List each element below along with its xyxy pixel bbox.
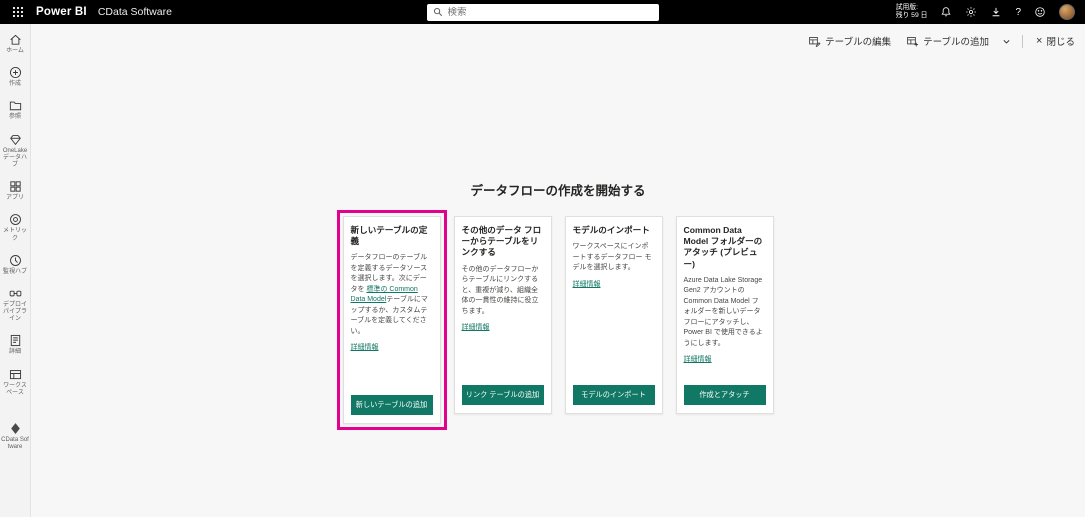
- learn-icon: [8, 333, 23, 348]
- app-title: Power BI: [36, 6, 87, 18]
- card-description: ワークスペースにインポートするデータフロー モデルを選択します。: [573, 242, 655, 274]
- details-link[interactable]: 詳細情報: [351, 342, 433, 352]
- sidebar-item-workspaces[interactable]: ワークスペース: [0, 367, 30, 397]
- bell-icon: [940, 6, 952, 18]
- help-button[interactable]: ?: [1015, 7, 1021, 18]
- account-avatar[interactable]: [1059, 4, 1075, 20]
- add-linked-tables-button[interactable]: リンク テーブルの追加: [462, 385, 544, 405]
- sidebar-item-label: OneLake データハブ: [0, 148, 30, 170]
- create-icon: [8, 65, 23, 80]
- metrics-icon: [8, 212, 23, 227]
- sidebar-item-label: アプリ: [5, 195, 25, 202]
- chevron-down-icon: [1002, 37, 1011, 46]
- card-title: 新しいテーブルの定義: [351, 225, 433, 247]
- card-description: データフローのテーブルを定義するデータソースを選択します。次にデータを 標準の …: [351, 253, 433, 337]
- sidebar-item-browse[interactable]: 参照: [0, 98, 30, 121]
- card-description: その他のデータフローからテーブルにリンクすると、重複が減り、組織全体の一貫性の維…: [462, 265, 544, 318]
- page-title: データフローの作成を開始する: [470, 180, 645, 199]
- workspace-breadcrumb: CData Software: [98, 6, 172, 18]
- details-link[interactable]: 詳細情報: [462, 322, 544, 332]
- trial-days-remaining: 残り 59 日: [896, 12, 928, 20]
- toolbar-divider: [1022, 35, 1023, 48]
- sidebar-item-label: 参照: [8, 114, 22, 121]
- sidebar-item-onelake-data-hub[interactable]: OneLake データハブ: [0, 132, 30, 170]
- smiley-icon: [1034, 6, 1046, 18]
- close-button[interactable]: × 閉じる: [1034, 32, 1077, 50]
- download-button[interactable]: [990, 6, 1002, 18]
- workspaces-icon: [8, 367, 23, 382]
- sidebar-item-deployment-pipelines[interactable]: デプロイ パイプライン: [0, 286, 30, 324]
- trial-label: 試用版:: [896, 4, 928, 12]
- card-import-model: モデルのインポート ワークスペースにインポートするデータフロー モデルを選択しま…: [565, 216, 663, 414]
- topbar-actions: 試用版: 残り 59 日: [896, 4, 1075, 21]
- dataflow-option-cards: 新しいテーブルの定義 データフローのテーブルを定義するデータソースを選択します。…: [343, 216, 774, 424]
- sidebar-item-label: 監視ハブ: [2, 269, 28, 276]
- home-icon: [8, 32, 23, 47]
- gear-icon: [965, 6, 977, 18]
- sidebar-item-label: デプロイ パイプライン: [0, 302, 30, 324]
- apps-icon: [8, 179, 23, 194]
- sidebar-item-monitoring-hub[interactable]: 監視ハブ: [0, 253, 30, 276]
- details-link[interactable]: 詳細情報: [684, 354, 766, 364]
- details-link[interactable]: 詳細情報: [573, 279, 655, 289]
- card-title: Common Data Model フォルダーのアタッチ (プレビュー): [684, 225, 766, 270]
- cdata-workspace-icon: [8, 421, 23, 436]
- add-table-icon: [906, 35, 919, 48]
- import-model-button[interactable]: モデルのインポート: [573, 385, 655, 405]
- sidebar-item-create[interactable]: 作成: [0, 65, 30, 88]
- edit-table-icon: [808, 35, 821, 48]
- sidebar-item-label: 作成: [8, 81, 22, 88]
- search-box[interactable]: [427, 4, 659, 21]
- edit-tables-button[interactable]: テーブルの編集: [806, 32, 893, 50]
- onelake-data-hub-icon: [8, 132, 23, 147]
- add-tables-label: テーブルの追加: [923, 34, 989, 48]
- sidebar-item-label: 詳細: [8, 349, 22, 356]
- app-launcher-button[interactable]: [10, 6, 26, 18]
- deployment-pipelines-icon: [8, 286, 23, 301]
- card-attach-cdm-folder: Common Data Model フォルダーのアタッチ (プレビュー) Azu…: [676, 216, 774, 414]
- sidebar-item-metrics[interactable]: メトリック: [0, 212, 30, 242]
- settings-button[interactable]: [965, 6, 977, 18]
- sidebar-item-label: CData Software: [0, 437, 30, 451]
- top-bar: Power BI CData Software 試用版: 残り 59 日: [0, 0, 1085, 24]
- sidebar-item-cdata-workspace[interactable]: CData Software: [0, 421, 30, 451]
- create-and-attach-button[interactable]: 作成とアタッチ: [684, 385, 766, 405]
- sidebar-item-learn[interactable]: 詳細: [0, 333, 30, 356]
- monitoring-hub-icon: [8, 253, 23, 268]
- card-title: モデルのインポート: [573, 225, 655, 236]
- card-define-new-tables: 新しいテーブルの定義 データフローのテーブルを定義するデータソースを選択します。…: [343, 216, 441, 424]
- close-label: 閉じる: [1046, 34, 1075, 48]
- search-input[interactable]: [448, 7, 653, 18]
- close-icon: ×: [1036, 36, 1042, 47]
- search-icon: [433, 7, 443, 17]
- card-description: Azure Data Lake Storage Gen2 アカウントの Comm…: [684, 276, 766, 350]
- waffle-icon: [12, 6, 24, 18]
- sidebar-item-apps[interactable]: アプリ: [0, 179, 30, 202]
- sidebar-item-label: ワークスペース: [0, 383, 30, 397]
- sidebar-item-label: メトリック: [0, 228, 30, 242]
- add-new-tables-button[interactable]: 新しいテーブルの追加: [351, 395, 433, 415]
- trial-status: 試用版: 残り 59 日: [896, 4, 928, 21]
- browse-icon: [8, 98, 23, 113]
- notifications-button[interactable]: [940, 6, 952, 18]
- add-tables-dropdown[interactable]: [1002, 35, 1011, 48]
- feedback-button[interactable]: [1034, 6, 1046, 18]
- download-icon: [990, 6, 1002, 18]
- app-shell: ホーム 作成 参照 OneLake データハブ: [0, 24, 1085, 517]
- card-link-tables: その他のデータ フローからテーブルをリンクする その他のデータフローからテーブル…: [454, 216, 552, 414]
- left-nav: ホーム 作成 参照 OneLake データハブ: [0, 24, 31, 517]
- edit-tables-label: テーブルの編集: [825, 34, 891, 48]
- sidebar-item-home[interactable]: ホーム: [0, 32, 30, 55]
- add-tables-button[interactable]: テーブルの追加: [904, 32, 991, 50]
- main-area: テーブルの編集 テーブルの追加 × 閉じる: [31, 24, 1085, 517]
- dataflow-start-content: データフローの作成を開始する 新しいテーブルの定義 データフローのテーブルを定義…: [31, 54, 1085, 517]
- sidebar-item-label: ホーム: [5, 48, 25, 55]
- card-title: その他のデータ フローからテーブルをリンクする: [462, 225, 544, 259]
- command-bar: テーブルの編集 テーブルの追加 × 閉じる: [31, 24, 1085, 54]
